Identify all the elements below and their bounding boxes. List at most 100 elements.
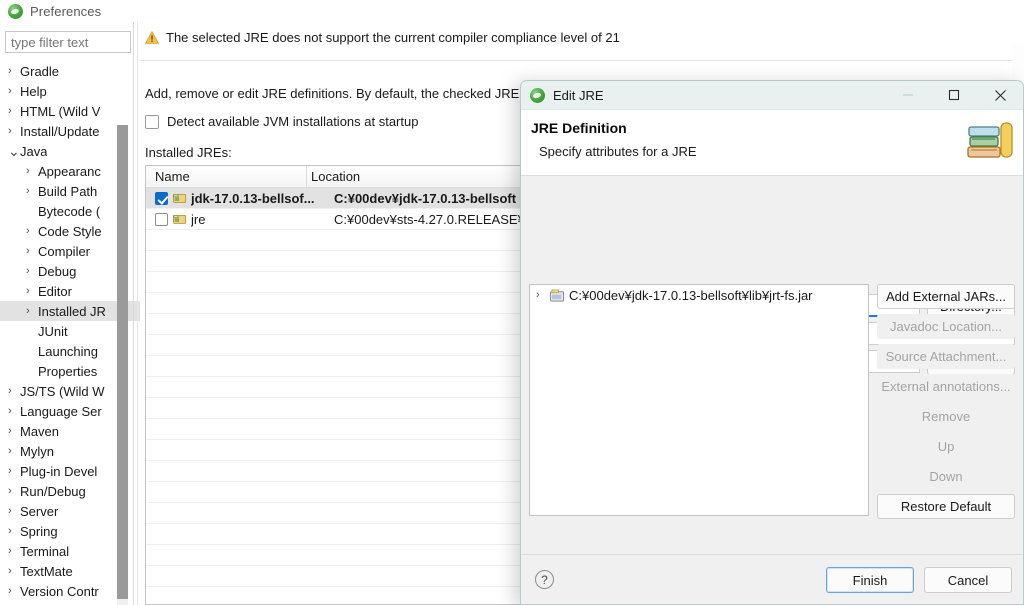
chevron-right-icon[interactable]: ›: [6, 565, 20, 577]
detect-jvm-checkbox-row[interactable]: Detect available JVM installations at st…: [145, 114, 418, 129]
sidebar-item-label: Editor: [38, 283, 72, 299]
jar-icon: [550, 289, 565, 302]
sidebar-item-label: Gradle: [20, 63, 60, 79]
sidebar-divider: [133, 22, 134, 605]
restore-default-button[interactable]: Restore Default: [877, 494, 1015, 519]
help-icon[interactable]: ?: [535, 570, 554, 589]
chevron-right-icon[interactable]: ›: [24, 285, 38, 297]
edit-jre-dialog: Edit JRE JRE Definition Specify attribut…: [520, 80, 1024, 605]
chevron-right-icon[interactable]: ›: [24, 265, 38, 277]
cancel-button[interactable]: Cancel: [924, 567, 1012, 593]
chevron-right-icon[interactable]: ›: [6, 385, 20, 397]
screen-root: Preferences ›Gradle›Help›HTML (Wild V›In…: [0, 0, 1024, 605]
chevron-right-icon[interactable]: ›: [6, 585, 20, 597]
library-item[interactable]: › C:¥00dev¥jdk-17.0.13-bellsoft¥lib¥jrt-f…: [530, 285, 868, 305]
down-button: Down: [877, 464, 1015, 489]
chevron-right-icon[interactable]: ›: [6, 525, 20, 537]
dialog-titlebar: Edit JRE: [521, 81, 1023, 110]
sidebar-item-label: Compiler: [38, 243, 91, 259]
sidebar-item-label: HTML (Wild V: [20, 103, 101, 119]
sidebar-item-label: Maven: [20, 423, 60, 439]
chevron-down-icon[interactable]: ⌄: [6, 144, 20, 158]
sidebar-item-label: Java: [20, 143, 48, 159]
jre-location-cell: C:¥00dev¥jdk-17.0.13-bellsoft: [334, 190, 517, 206]
filter-input[interactable]: [5, 31, 131, 53]
chevron-right-icon[interactable]: ›: [24, 225, 38, 237]
dialog-footer: ? Finish Cancel: [521, 554, 1023, 604]
preferences-window-title: Preferences: [30, 3, 102, 19]
sidebar-item-label: Terminal: [20, 543, 70, 559]
sidebar-item-label: Launching: [38, 343, 98, 359]
sidebar-divider-2: [137, 22, 138, 605]
warning-triangle-icon: [145, 31, 159, 44]
dialog-form: JRE home: C:¥00dev¥jdk-17.0.13-bellsoft …: [521, 176, 1023, 556]
external-annotations-button: External annotations...: [877, 374, 1015, 399]
sidebar-item-label: Mylyn: [20, 443, 54, 459]
chevron-right-icon[interactable]: ›: [6, 465, 20, 477]
column-header-name[interactable]: Name: [146, 169, 306, 184]
sidebar-item-label: Properties: [38, 363, 98, 379]
close-icon[interactable]: [977, 81, 1023, 110]
detect-jvm-checkbox[interactable]: [145, 114, 159, 129]
preferences-sidebar: ›Gradle›Help›HTML (Wild V›Install/Update…: [0, 22, 140, 605]
sidebar-item-label: Debug: [38, 263, 77, 279]
chevron-right-icon[interactable]: ›: [6, 105, 20, 117]
sidebar-item-label: Server: [20, 503, 59, 519]
sidebar-item-label: Version Contr: [20, 583, 99, 599]
minimize-icon[interactable]: [885, 81, 931, 110]
jre-enabled-checkbox[interactable]: [155, 191, 168, 205]
chevron-right-icon[interactable]: ›: [6, 85, 20, 97]
chevron-right-icon[interactable]: ›: [536, 289, 550, 301]
chevron-right-icon[interactable]: ›: [24, 165, 38, 177]
installed-jres-label: Installed JREs:: [145, 145, 232, 160]
sidebar-item-gradle[interactable]: › Gradle: [0, 61, 140, 81]
dialog-title: Edit JRE: [553, 87, 604, 103]
remove-button: Remove: [877, 404, 1015, 429]
column-divider[interactable]: [306, 166, 307, 188]
sidebar-scrollbar-thumb[interactable]: [117, 125, 128, 599]
finish-button[interactable]: Finish: [826, 567, 914, 593]
jre-enabled-checkbox[interactable]: [155, 212, 168, 226]
sidebar-item-html-wild-v[interactable]: › HTML (Wild V: [0, 101, 140, 121]
jre-icon: [173, 213, 187, 225]
sidebar-item-label: TextMate: [20, 563, 73, 579]
add-external-jars-button[interactable]: Add External JARs...: [877, 284, 1015, 309]
chevron-right-icon[interactable]: ›: [24, 185, 38, 197]
sidebar-scrollbar[interactable]: [117, 125, 128, 605]
sidebar-item-label: Installed JR: [38, 303, 106, 319]
dialog-header-title: JRE Definition: [531, 120, 627, 136]
sidebar-item-label: Help: [20, 83, 47, 99]
sidebar-item-label: Language Ser: [20, 403, 102, 419]
javadoc-location-button: Javadoc Location...: [877, 314, 1015, 339]
sidebar-item-label: Run/Debug: [20, 483, 86, 499]
warning-text: The selected JRE does not support the cu…: [166, 30, 620, 45]
books-icon: [961, 113, 1017, 169]
sidebar-item-label: Spring: [20, 523, 58, 539]
eclipse-icon: [8, 3, 23, 19]
sidebar-item-label: Plug-in Devel: [20, 463, 98, 479]
chevron-right-icon[interactable]: ›: [6, 485, 20, 497]
warning-banner: The selected JRE does not support the cu…: [145, 30, 620, 45]
chevron-right-icon[interactable]: ›: [6, 125, 20, 137]
header-separator: [140, 60, 1024, 61]
chevron-right-icon[interactable]: ›: [6, 545, 20, 557]
library-label: C:¥00dev¥jdk-17.0.13-bellsoft¥lib¥jrt-fs…: [569, 287, 813, 303]
dialog-header-subtitle: Specify attributes for a JRE: [539, 144, 697, 159]
sidebar-item-label: Install/Update: [20, 123, 100, 139]
sidebar-item-label: JS/TS (Wild W: [20, 383, 105, 399]
chevron-right-icon[interactable]: ›: [24, 245, 38, 257]
chevron-right-icon[interactable]: ›: [6, 505, 20, 517]
chevron-right-icon[interactable]: ›: [6, 405, 20, 417]
maximize-icon[interactable]: [931, 81, 977, 110]
chevron-right-icon[interactable]: ›: [24, 305, 38, 317]
sidebar-item-label: Code Style: [38, 223, 102, 239]
chevron-right-icon[interactable]: ›: [6, 445, 20, 457]
window-controls: [885, 81, 1023, 110]
system-libraries-tree[interactable]: › C:¥00dev¥jdk-17.0.13-bellsoft¥lib¥jrt-f…: [529, 284, 869, 516]
up-button: Up: [877, 434, 1015, 459]
chevron-right-icon[interactable]: ›: [6, 425, 20, 437]
sidebar-item-help[interactable]: › Help: [0, 81, 140, 101]
source-attachment-button: Source Attachment...: [877, 344, 1015, 369]
preferences-titlebar: Preferences: [0, 0, 1024, 22]
chevron-right-icon[interactable]: ›: [6, 65, 20, 77]
